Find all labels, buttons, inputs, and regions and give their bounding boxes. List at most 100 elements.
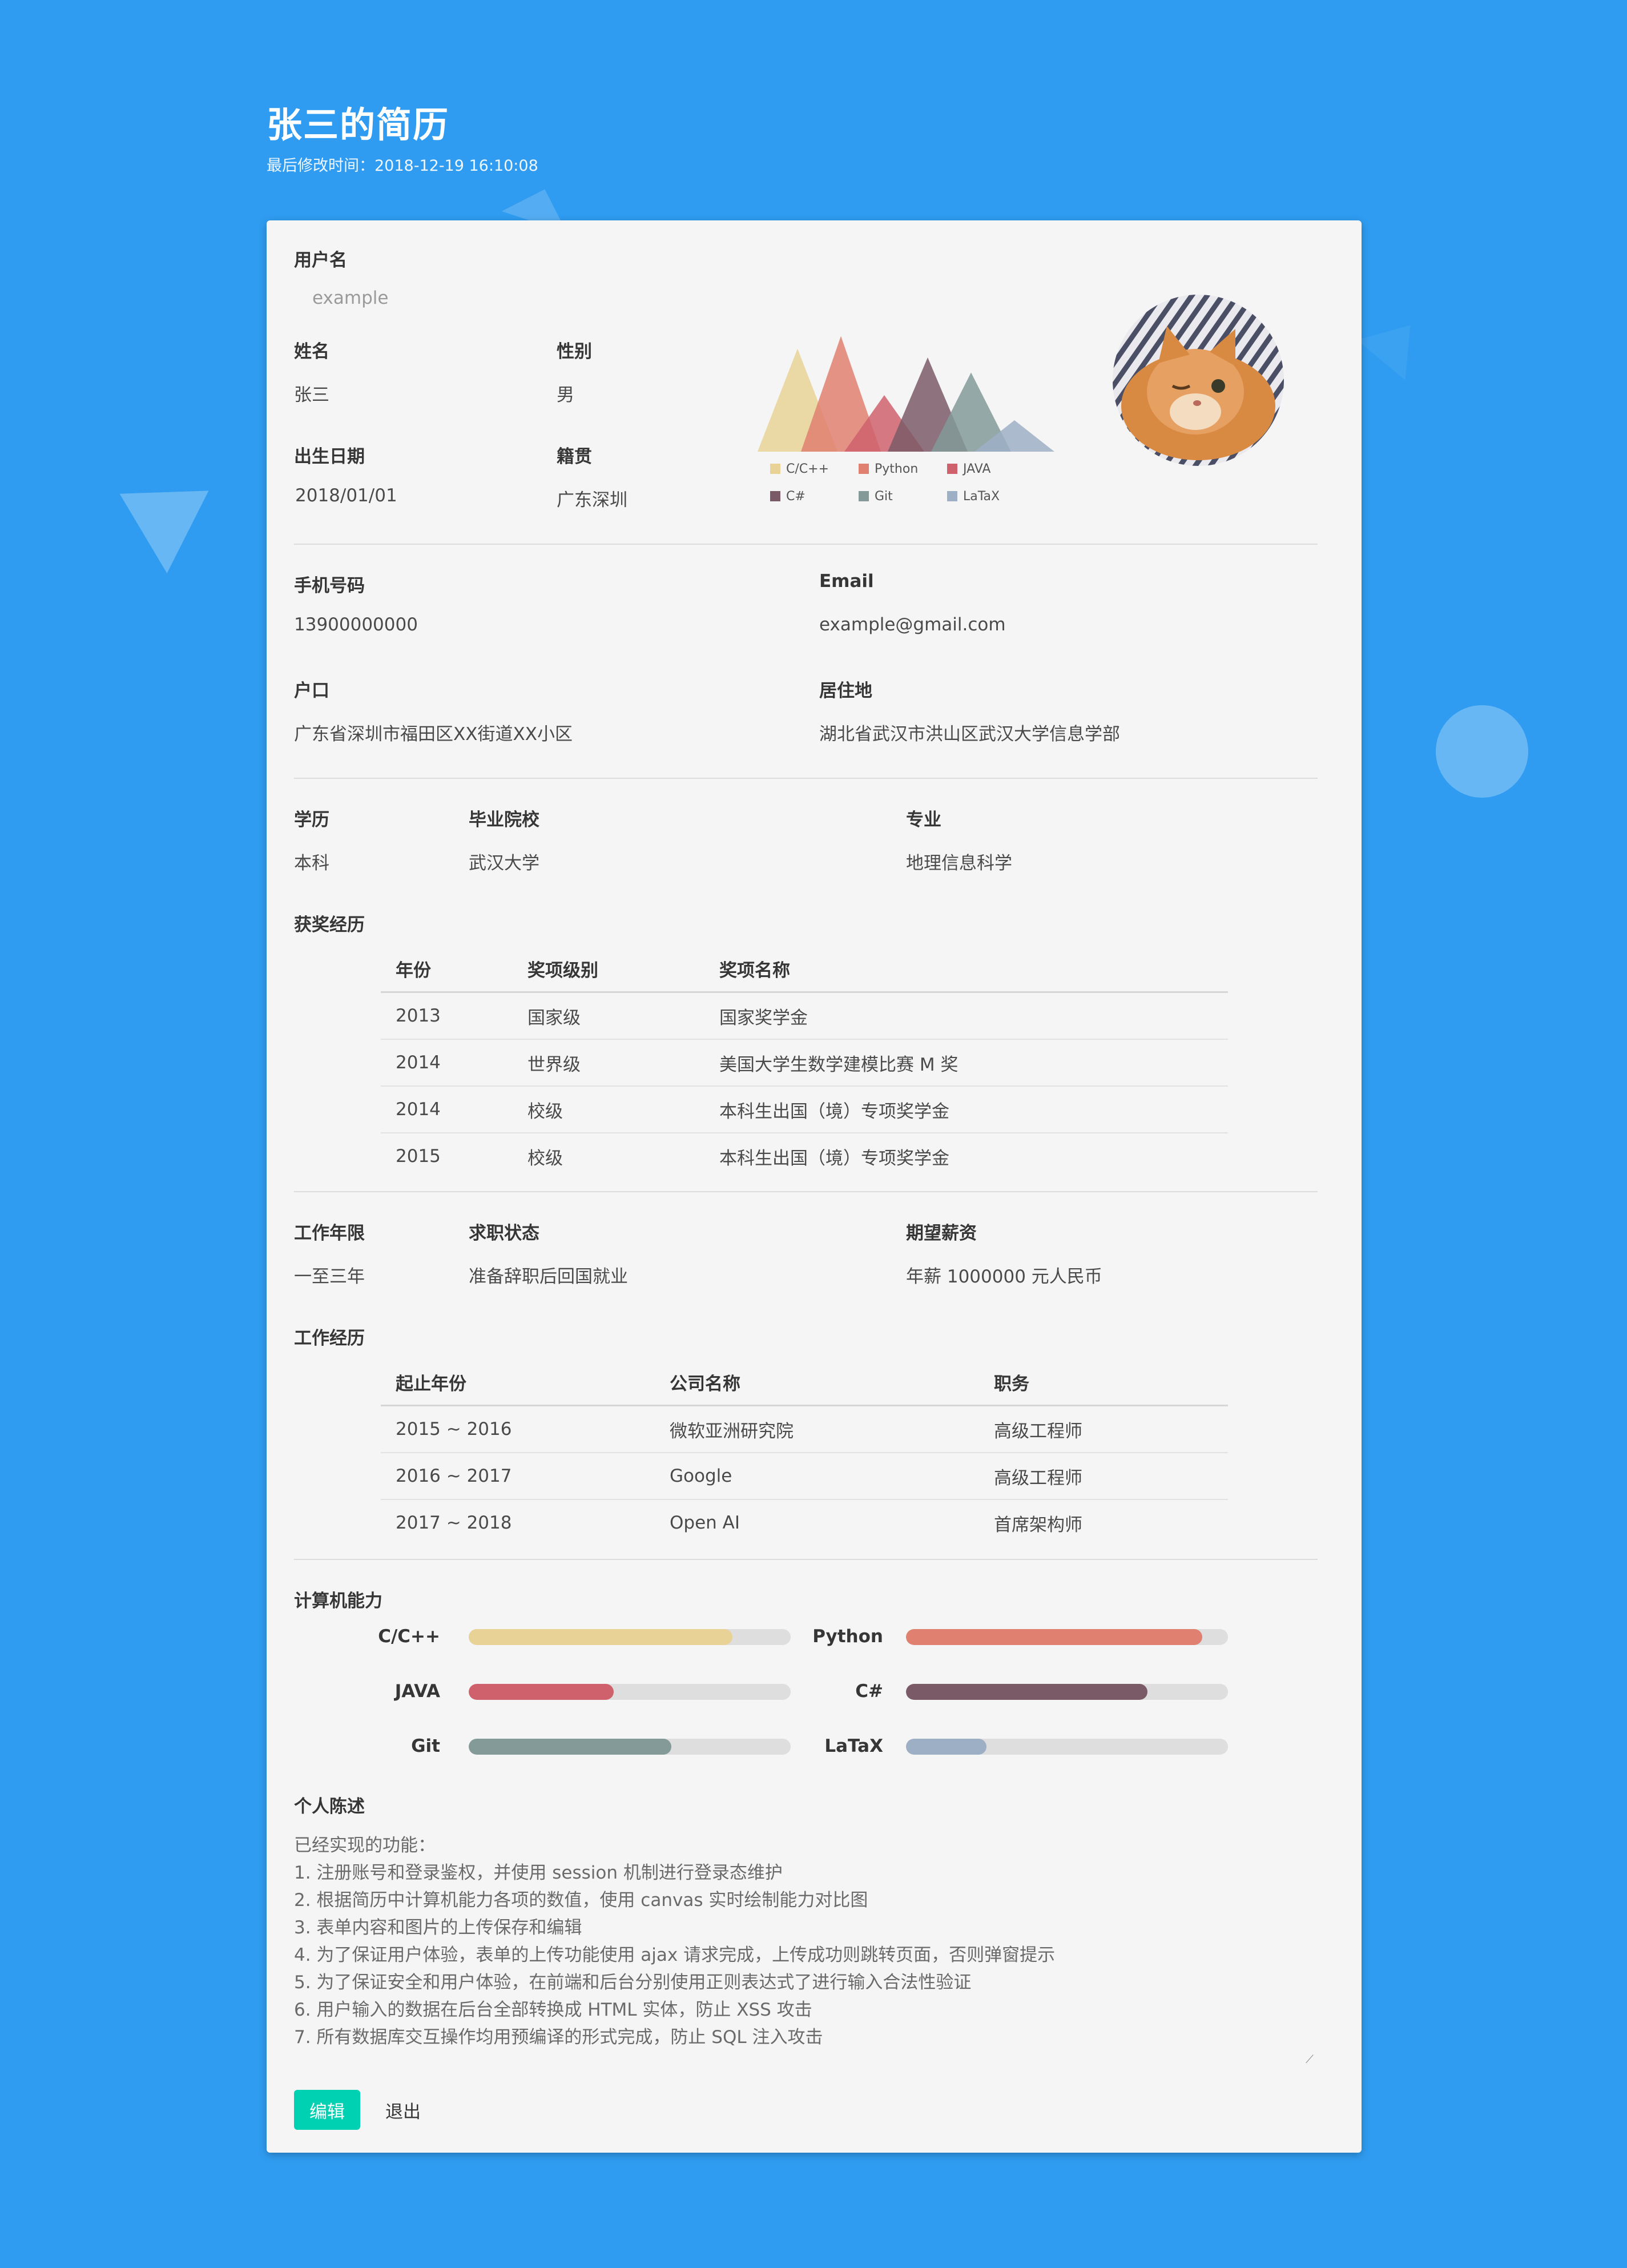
table-row: 2017 ~ 2018 Open AI 首席架构师 [381,1499,1228,1546]
award-year: 2014 [381,1086,513,1133]
award-level: 校级 [527,1148,563,1169]
company-name: Google [655,1453,979,1500]
column-header: 年份 [381,946,513,993]
skill-bar-fill [906,1739,986,1755]
name-field[interactable]: 张三 [294,380,329,406]
awards-label: 获奖经历 [294,915,365,935]
section-divider [294,778,1318,779]
skill-bar-fill [906,1684,1147,1700]
table-row: 2013 国家级 国家奖学金 [381,992,1228,1040]
table-row: 2014 世界级 美国大学生数学建模比赛 M 奖 [381,1039,1228,1087]
origin-field[interactable]: 广东深圳 [557,485,627,511]
award-name: 美国大学生数学建模比赛 M 奖 [704,1039,1228,1087]
username-input[interactable]: example [312,288,388,308]
skill-bar-fill [469,1684,614,1700]
skill-bar-fill [469,1739,672,1755]
award-level: 国家级 [513,992,704,1040]
phone-field[interactable]: 13900000000 [294,614,418,635]
column-header: 公司名称 [655,1359,979,1406]
table-row: 2015 校级 本科生出国（境）专项奖学金 [381,1133,1228,1179]
table-row: 2014 校级 本科生出国（境）专项奖学金 [381,1086,1228,1133]
decorative-triangle [119,490,212,575]
awards-table: 年份 奖项级别 奖项名称 2013 国家级 国家奖学金 2014 世界级 美国大… [381,946,1228,1179]
table-row: 2016 ~ 2017 Google 高级工程师 [381,1453,1228,1500]
company-name: Open AI [670,1513,740,1533]
resume-card: 用户名 example 姓名 张三 性别 男 出生日期 2018/01/01 籍… [267,220,1362,2153]
gender-field[interactable]: 男 [557,380,574,406]
skill-bar-cpp[interactable] [469,1629,791,1645]
page-title: 张三的简历 [267,104,450,146]
award-year: 2014 [381,1039,513,1087]
award-name: 本科生出国（境）专项奖学金 [719,1148,949,1169]
legend-label: LaTaX [963,489,1000,504]
avatar[interactable] [1113,295,1284,466]
skill-name: C# [855,1681,883,1702]
column-header: 奖项级别 [513,946,704,993]
table-header-row: 起止年份 公司名称 职务 [381,1359,1228,1406]
avatar-cat-image [1113,295,1284,466]
legend-swatch [947,491,957,501]
award-level: 世界级 [513,1039,704,1087]
award-name: 本科生出国（境）专项奖学金 [704,1086,1228,1133]
logout-button[interactable]: 退出 [360,2090,446,2130]
email-field[interactable]: example@gmail.com [819,614,1006,635]
resize-handle-icon[interactable]: ⟋ [1306,2052,1314,2066]
job-status-field[interactable]: 准备辞职后回国就业 [469,1262,628,1288]
work-period: 2016 ~ 2017 [381,1453,655,1500]
degree-field[interactable]: 本科 [294,849,329,874]
residence-label: 居住地 [819,681,872,701]
origin-label: 籍贯 [557,447,592,467]
work-period: 2017 ~ 2018 [396,1513,512,1533]
award-year: 2015 [396,1146,441,1167]
hukou-field[interactable]: 广东省深圳市福田区XX街道XX小区 [294,719,573,745]
skill-bar-csharp[interactable] [906,1684,1228,1700]
birth-label: 出生日期 [294,447,365,467]
major-field[interactable]: 地理信息科学 [906,849,1012,874]
last-modified: 最后修改时间：2018-12-19 16:10:08 [267,157,538,175]
decorative-circle [1436,705,1528,798]
section-divider [294,544,1318,545]
legend-label: C/C++ [786,462,829,476]
decorative-triangle-right [1357,305,1435,380]
legend-label: Git [875,489,893,504]
legend-swatch [770,464,780,474]
skill-name: LaTaX [824,1736,883,1756]
job-title: 首席架构师 [994,1514,1082,1535]
column-header: 起止年份 [381,1359,655,1406]
skill-bar-git[interactable] [469,1739,791,1755]
statement-textarea[interactable]: 已经实现的功能： 1. 注册账号和登录鉴权，并使用 session 机制进行登录… [294,1832,1310,2048]
skill-bar-fill [906,1629,1202,1645]
skills-label: 计算机能力 [294,1591,382,1611]
username-label: 用户名 [294,250,347,271]
skill-bar-latax[interactable] [906,1739,1228,1755]
salary-label: 期望薪资 [906,1223,977,1244]
company-name: 微软亚洲研究院 [655,1405,979,1453]
email-label: Email [819,571,874,592]
skill-name: C/C++ [378,1626,440,1647]
skills-chart: C/C++ Python JAVA C# Git LaTaX [758,336,1054,504]
skill-bar-fill [469,1629,733,1645]
major-label: 专业 [906,810,941,830]
name-label: 姓名 [294,341,329,362]
work-table: 起止年份 公司名称 职务 2015 ~ 2016 微软亚洲研究院 高级工程师 2… [381,1359,1228,1546]
job-title: 高级工程师 [979,1405,1228,1453]
job-status-label: 求职状态 [469,1223,539,1244]
school-label: 毕业院校 [469,810,539,830]
birth-field[interactable]: 2018/01/01 [295,485,397,506]
skill-name: JAVA [394,1681,440,1702]
skill-name: Git [411,1736,440,1756]
legend-swatch [947,464,957,474]
legend-swatch [770,491,780,501]
edit-button[interactable]: 编辑 [294,2090,360,2130]
skill-bar-java[interactable] [469,1684,791,1700]
school-field[interactable]: 武汉大学 [469,849,539,874]
legend-label: Python [875,462,918,476]
residence-field[interactable]: 湖北省武汉市洪山区武汉大学信息学部 [819,719,1120,745]
skill-bar-python[interactable] [906,1629,1228,1645]
work-years-field[interactable]: 一至三年 [294,1262,365,1288]
legend-swatch [859,464,869,474]
degree-label: 学历 [294,810,329,830]
table-header-row: 年份 奖项级别 奖项名称 [381,946,1228,993]
salary-field[interactable]: 年薪 1000000 元人民币 [906,1262,1102,1288]
job-title: 高级工程师 [979,1453,1228,1500]
